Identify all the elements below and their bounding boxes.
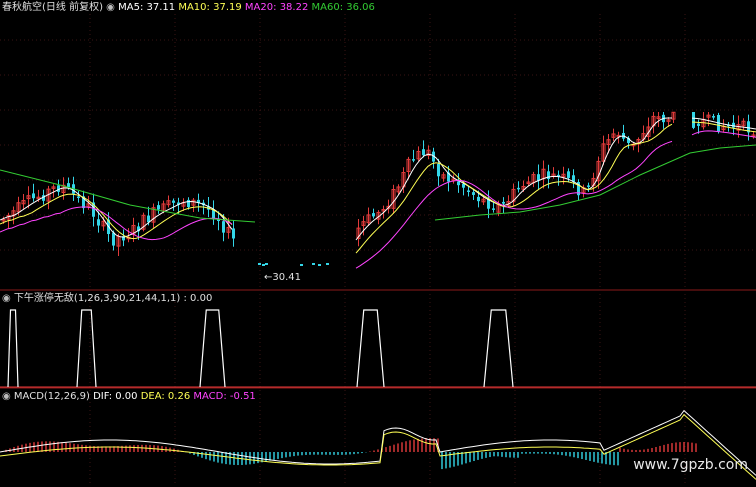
candle-body-down [262, 264, 265, 266]
indicator-panel-header: ◉ 下午涨停无敌(1,26,3,90,21,44,1,1) : 0.00 [2, 293, 212, 305]
indicator-pulse [7, 309, 19, 388]
candle-body-down [222, 221, 225, 233]
candle-body-down [437, 163, 440, 177]
macd-params: MACD(12,26,9) [13, 391, 90, 402]
dif-label: DIF: 0.00 [93, 391, 138, 402]
stock-chart-screen: 春秋航空(日线 前复权) ◉ MA5: 37.11 MA10: 37.19 MA… [0, 0, 756, 487]
macd-value-label: MACD: -0.51 [193, 391, 256, 402]
candle-body-down [312, 263, 315, 265]
indicator-pulse [483, 309, 514, 388]
candle-body-down [587, 185, 590, 187]
candle-body-down [712, 116, 715, 118]
settings-circle-icon[interactable]: ◉ [2, 293, 11, 304]
candle-body-down [477, 196, 480, 202]
candle-body-down [172, 200, 175, 203]
ma20-label: MA20: 38.22 [244, 2, 309, 13]
candle-body-down [692, 112, 695, 128]
ma5-label: MA5: 37.11 [118, 2, 176, 13]
main-chart-title: 春秋航空(日线 前复权) [2, 2, 103, 13]
candle-body-down [157, 205, 160, 210]
candle-body-down [265, 263, 268, 265]
chart-canvas [0, 14, 756, 485]
candle-body-down [67, 183, 70, 187]
candle-body-down [457, 181, 460, 186]
candle-body-down [232, 228, 235, 239]
watermark: www.7gpzb.com [633, 457, 748, 473]
dea-label: DEA: 0.26 [140, 391, 191, 402]
candle-body-down [112, 232, 115, 246]
candle-body-down [412, 159, 415, 161]
candle-body-down [492, 208, 495, 210]
candle-body-down [547, 171, 550, 180]
candle-body-down [537, 174, 540, 181]
candle-body-down [187, 199, 190, 208]
main-panel-header: 春秋航空(日线 前复权) ◉ MA5: 37.11 MA10: 37.19 MA… [2, 2, 375, 14]
candle-body-down [326, 263, 329, 265]
candle-body-down [372, 213, 375, 217]
indicator-pulse [76, 309, 97, 388]
candle-body-down [32, 193, 35, 199]
indicator-pulse [356, 309, 385, 388]
ma60-label: MA60: 36.06 [311, 2, 375, 13]
candle-body-down [77, 196, 80, 199]
indicator-pulse [199, 309, 226, 388]
settings-circle-icon[interactable]: ◉ [2, 391, 11, 402]
settings-circle-icon[interactable]: ◉ [106, 2, 115, 13]
candle-body-down [258, 263, 261, 265]
macd-panel-header: ◉ MACD(12,26,9) DIF: 0.00 DEA: 0.26 MACD… [2, 391, 256, 403]
candle-body-down [502, 201, 505, 204]
indicator-title: 下午涨停无敌(1,26,3,90,21,44,1,1) : 0.00 [13, 293, 213, 304]
candle-body-down [567, 171, 570, 178]
candle-body-down [422, 149, 425, 156]
candle-body-down [318, 264, 321, 266]
candle-body-down [517, 187, 520, 190]
candle-body-down [300, 264, 303, 266]
low-price-annotation: ←30.41 [264, 272, 302, 283]
candle-body-down [472, 192, 475, 195]
candle-body-down [97, 219, 100, 226]
candle-body-down [467, 190, 470, 192]
ma10-label: MA10: 37.19 [178, 2, 242, 13]
candle-body-down [697, 123, 700, 126]
